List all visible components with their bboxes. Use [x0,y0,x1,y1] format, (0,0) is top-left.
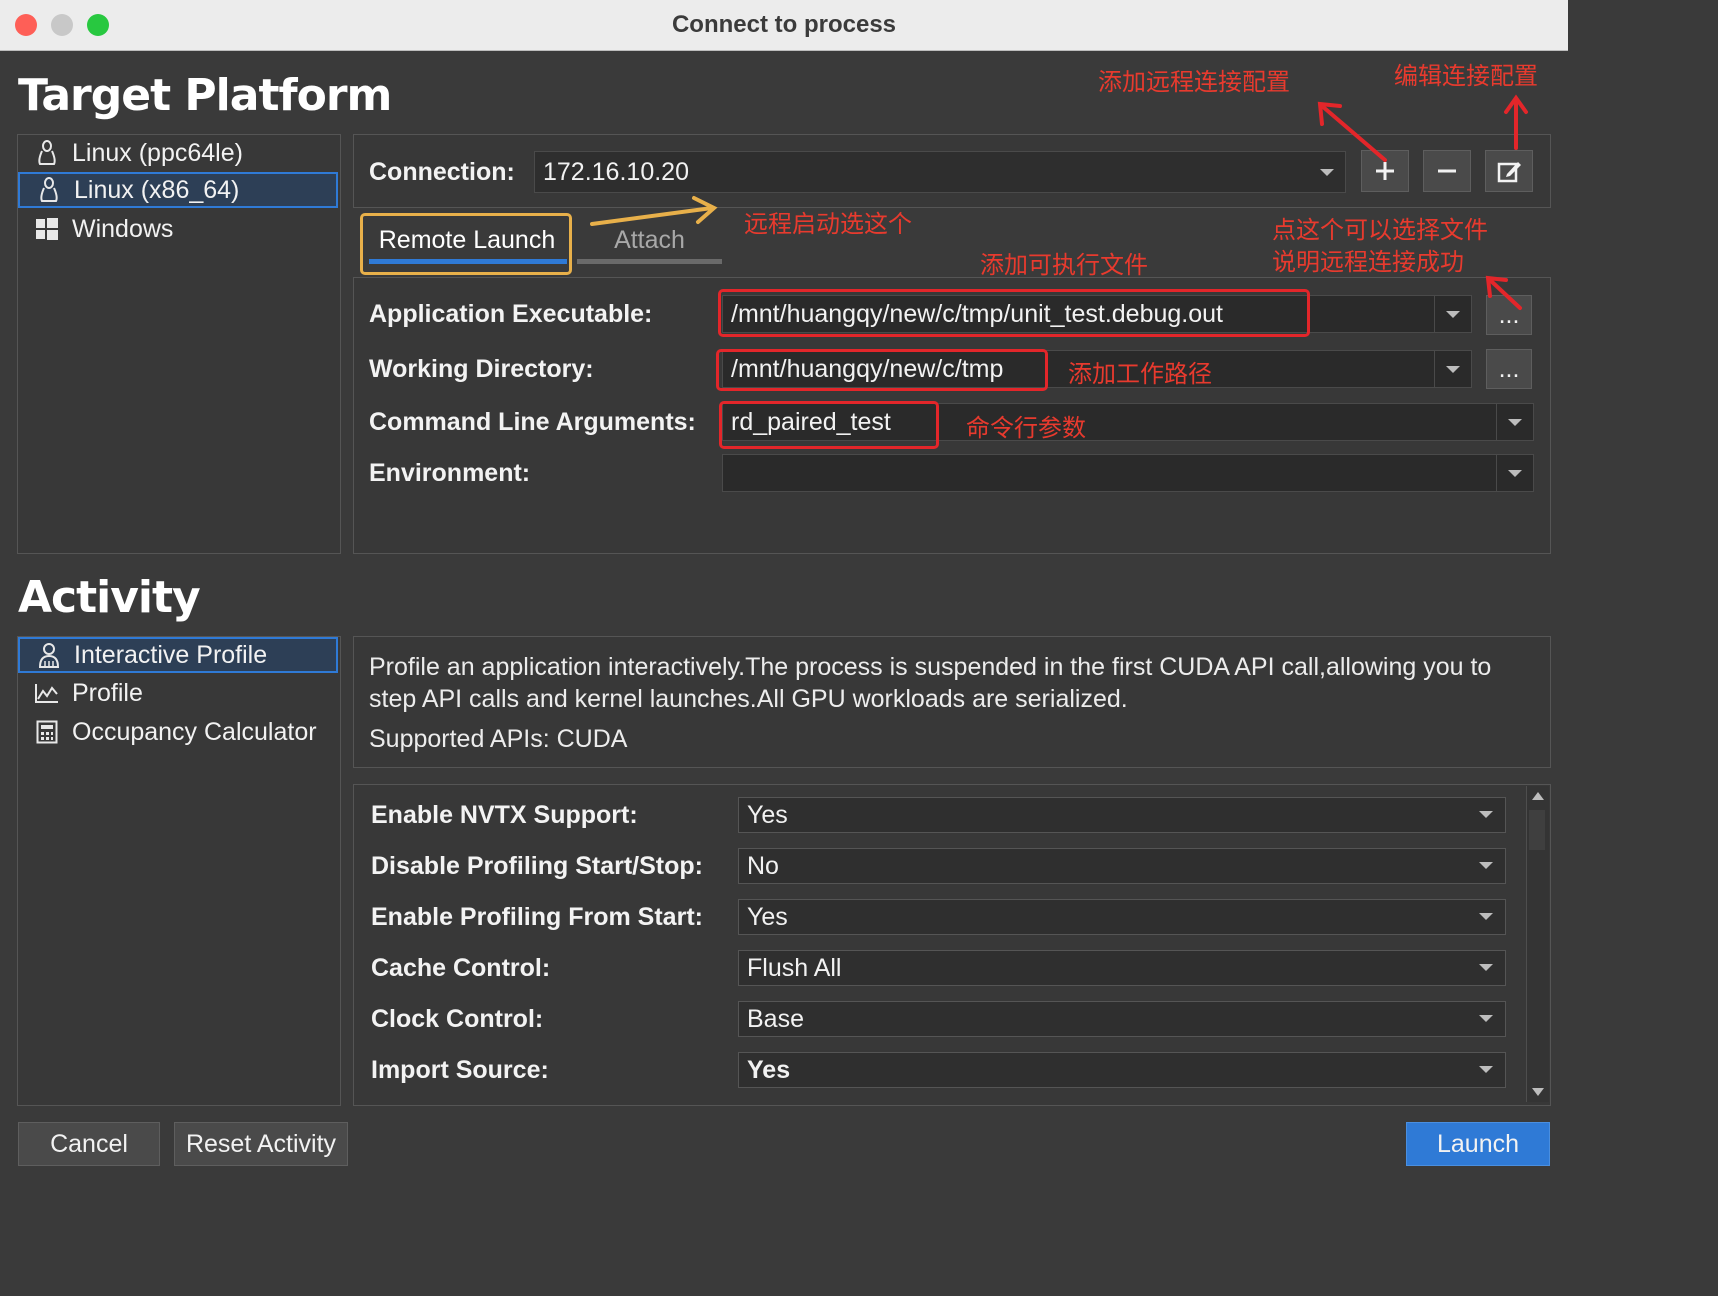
note-choose-this: 远程启动选这个 [744,210,912,238]
note-browse-1: 点这个可以选择文件 [1272,216,1488,244]
note-add-remote: 添加远程连接配置 [1098,68,1290,96]
note-browse-2: 说明远程连接成功 [1272,248,1464,276]
annotation-arrows [590,94,1528,310]
note-edit-connection: 编辑连接配置 [1394,62,1538,90]
note-add-workdir: 添加工作路径 [1068,360,1212,388]
note-cmd-args: 命令行参数 [966,414,1086,442]
note-add-exec: 添加可执行文件 [980,251,1148,279]
